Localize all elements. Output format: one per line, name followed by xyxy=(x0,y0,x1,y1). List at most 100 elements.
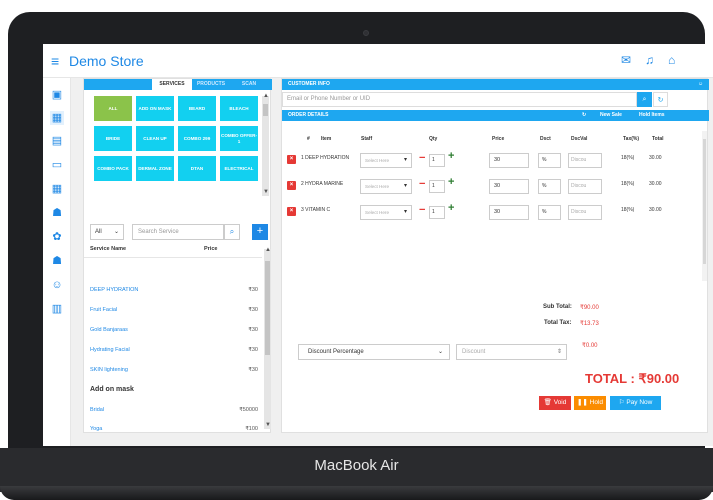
remove-item-button[interactable]: × xyxy=(287,181,296,190)
top-bar: ≡ Demo Store ✉ ♫ ⌂ xyxy=(43,44,713,78)
list-item[interactable]: Gold Banjaraas ₹30 xyxy=(90,324,258,338)
category-tile[interactable]: DERMAL ZONE xyxy=(136,156,174,181)
category-tile[interactable]: ALL xyxy=(94,96,132,121)
qty-input[interactable]: 1 xyxy=(429,154,445,167)
order-details-title: ORDER DETAILS xyxy=(288,112,329,118)
category-tile[interactable]: BLEACH xyxy=(220,96,258,121)
service-scroll-thumb[interactable] xyxy=(265,261,270,355)
discount-input[interactable]: Discount ⇕ xyxy=(456,344,567,360)
discount-type-select[interactable]: % xyxy=(538,153,561,168)
discount-value-input[interactable]: Discou xyxy=(568,179,602,194)
tab-products[interactable]: PRODUCTS xyxy=(192,79,230,90)
price-input[interactable]: 30 xyxy=(489,205,529,220)
category-select-value: All xyxy=(95,229,102,235)
mail-icon[interactable]: ✉ xyxy=(621,53,631,67)
subtotal-value: ₹90.00 xyxy=(580,305,599,311)
category-tile[interactable]: BRIDE xyxy=(94,126,132,151)
refresh-icon[interactable]: ↻ xyxy=(582,110,586,121)
category-tile[interactable]: CLEAN UP xyxy=(136,126,174,151)
refresh-icon[interactable]: ↻ xyxy=(653,92,668,107)
register-icon[interactable]: ▣ xyxy=(50,88,64,102)
laptop-frame: ≡ Demo Store ✉ ♫ ⌂ ▣ ▦ ▤ ▭ ▦ ☗ ✿ ☗ ☺ ▥ S… xyxy=(0,0,713,500)
user-icon[interactable]: ☺ xyxy=(50,278,64,292)
staff-select[interactable]: Select Here ▾ xyxy=(360,179,412,194)
scroll-up-icon[interactable]: ▲ xyxy=(265,247,271,253)
category-tile[interactable]: ADD ON MASK xyxy=(136,96,174,121)
sales-icon[interactable]: ▦ xyxy=(50,111,64,125)
scroll-down-icon[interactable]: ▼ xyxy=(265,422,271,428)
category-tile[interactable]: ELECTRICAL xyxy=(220,156,258,181)
category-tile[interactable]: COMBO 299 xyxy=(178,126,216,151)
calendar-icon[interactable]: ▤ xyxy=(50,134,64,148)
scroll-down-icon[interactable]: ▼ xyxy=(263,189,269,195)
list-item[interactable]: SKIN lightening ₹30 xyxy=(90,364,258,378)
remove-item-button[interactable]: × xyxy=(287,207,296,216)
list-item[interactable]: Bridal ₹50000 xyxy=(90,404,258,418)
increase-qty-button[interactable]: + xyxy=(448,176,454,188)
tab-services[interactable]: SERVICES xyxy=(152,79,192,90)
category-select[interactable]: All ⌄ xyxy=(90,224,124,240)
staff-select[interactable]: Select Here ▾ xyxy=(360,153,412,168)
price-input[interactable]: 30 xyxy=(489,179,529,194)
category-tile[interactable]: COMBO PACK xyxy=(94,156,132,181)
void-button[interactable]: 🗑 Void xyxy=(539,396,571,410)
discount-type-select[interactable]: % xyxy=(538,205,561,220)
search-icon[interactable]: ⌕ xyxy=(224,224,240,240)
add-service-button[interactable]: + xyxy=(252,224,268,240)
category-tile[interactable]: DTAN xyxy=(178,156,216,181)
bell-icon[interactable]: ♫ xyxy=(645,53,654,67)
increase-qty-button[interactable]: + xyxy=(448,150,454,162)
increase-qty-button[interactable]: + xyxy=(448,202,454,214)
caret-down-icon: ▾ xyxy=(403,209,407,215)
staff-select[interactable]: Select Here ▾ xyxy=(360,205,412,220)
tab-scan[interactable]: SCAN xyxy=(230,79,268,90)
new-sale-button[interactable]: New Sale xyxy=(600,110,622,121)
discount-type-dropdown[interactable]: Discount Percentage ⌄ xyxy=(298,344,450,360)
order-scroll-thumb[interactable] xyxy=(703,139,706,264)
hold-button[interactable]: ❚❚ Hold xyxy=(574,396,606,410)
service-price: ₹30 xyxy=(248,287,258,293)
building-icon[interactable]: ▦ xyxy=(50,182,64,196)
hold-items-button[interactable]: Hold Items xyxy=(639,110,665,121)
list-item[interactable]: DEEP HYDRATION ₹30 xyxy=(90,284,258,298)
list-item[interactable]: Hydrating Facial ₹30 xyxy=(90,344,258,358)
service-name: Hydrating Facial xyxy=(90,347,130,353)
chart-icon[interactable]: ▥ xyxy=(50,302,64,316)
discount-value-input[interactable]: Discou xyxy=(568,153,602,168)
search-icon[interactable]: ⌕ xyxy=(637,92,652,107)
users-icon[interactable]: ☗ xyxy=(50,206,64,220)
stepper-icon: ⇕ xyxy=(556,349,562,355)
total-tax-value: ₹13.73 xyxy=(580,321,599,327)
category-tile[interactable]: BEARD xyxy=(178,96,216,121)
user-icon[interactable]: ☺ xyxy=(698,79,703,90)
service-price: ₹30 xyxy=(248,347,258,353)
group-name: Add on mask xyxy=(90,386,134,393)
qty-input[interactable]: 1 xyxy=(429,180,445,193)
settings-icon[interactable]: ✿ xyxy=(50,230,64,244)
col-item: Item xyxy=(321,136,332,142)
decrease-qty-button[interactable]: − xyxy=(419,152,425,164)
decrease-qty-button[interactable]: − xyxy=(419,204,425,216)
customer-search-input[interactable]: Email or Phone Number or UID xyxy=(282,92,637,107)
search-input[interactable]: Search Service xyxy=(132,224,224,240)
menu-icon[interactable]: ≡ xyxy=(51,53,59,69)
col-staff: Staff xyxy=(361,136,373,142)
discount-type-select[interactable]: % xyxy=(538,179,561,194)
category-scroll-thumb[interactable] xyxy=(263,104,268,116)
list-item[interactable]: Yoga ₹100 xyxy=(90,423,258,437)
remove-item-button[interactable]: × xyxy=(287,155,296,164)
group-icon[interactable]: ☗ xyxy=(50,254,64,268)
qty-input[interactable]: 1 xyxy=(429,206,445,219)
discount-value-input[interactable]: Discou xyxy=(568,205,602,220)
col-total: Total xyxy=(652,136,664,142)
price-input[interactable]: 30 xyxy=(489,153,529,168)
scroll-up-icon[interactable]: ▲ xyxy=(263,93,269,99)
pay-now-button[interactable]: ⚐ Pay Now xyxy=(610,396,661,410)
home-icon[interactable]: ⌂ xyxy=(668,53,675,67)
category-tile[interactable]: COMBO OFFER-1 xyxy=(220,126,258,151)
monitor-icon[interactable]: ▭ xyxy=(50,158,64,172)
order-row: × 3 VITAMIN C Select Here ▾ − 1 + 30 % Di… xyxy=(282,202,702,222)
decrease-qty-button[interactable]: − xyxy=(419,178,425,190)
list-item[interactable]: Fruit Facial ₹30 xyxy=(90,304,258,318)
order-row: × 1 DEEP HYDRATION Select Here ▾ − 1 + 30… xyxy=(282,150,702,170)
